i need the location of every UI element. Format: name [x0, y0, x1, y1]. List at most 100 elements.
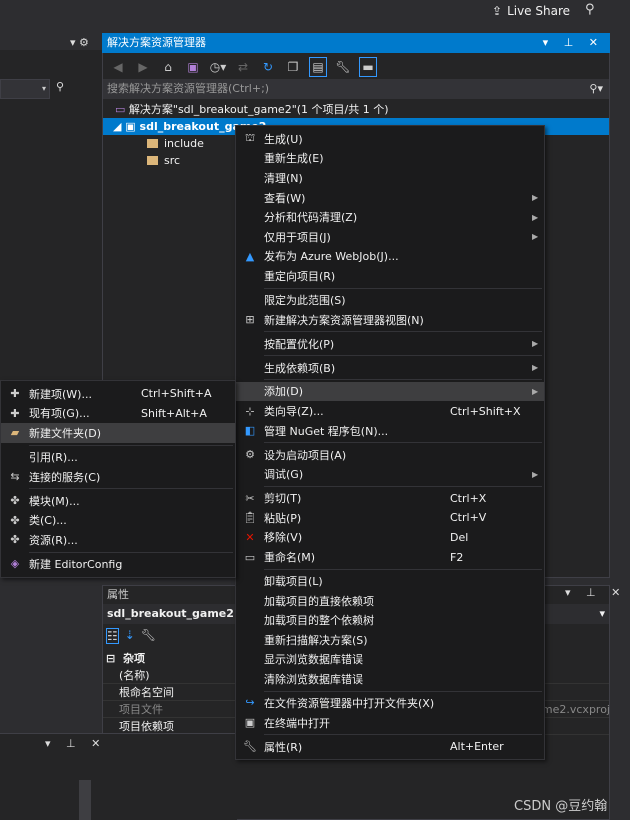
- solution-explorer-search[interactable]: 搜索解决方案资源管理器(Ctrl+;) ⚲▾: [103, 79, 609, 99]
- menu-item[interactable]: 生成依赖项(B) ▶: [236, 358, 544, 378]
- menu-item[interactable]: ⊞ 新建解决方案资源管理器视图(N): [236, 310, 544, 330]
- class-icon: ✤: [10, 513, 20, 527]
- search-icon[interactable]: ⚲: [56, 80, 64, 93]
- categorized-icon[interactable]: ☷: [106, 628, 119, 644]
- menu-item-label: 加载项目的整个依赖树: [264, 614, 374, 628]
- bottom-left-panel: [0, 733, 237, 820]
- search-icon[interactable]: ⚲▾: [589, 79, 603, 99]
- menu-item[interactable]: ✚ 现有项(G)... Shift+Alt+A: [1, 404, 235, 424]
- expand-icon[interactable]: ◢: [113, 120, 125, 133]
- property-pages-icon[interactable]: 🔧︎: [141, 628, 156, 644]
- folder-icon: [147, 156, 158, 165]
- wrench-icon[interactable]: 🔧︎: [334, 57, 352, 77]
- menu-item[interactable]: 🔧︎ 属性(R) Alt+Enter: [236, 737, 544, 757]
- menu-item[interactable]: 添加(D) ▶: [236, 381, 544, 402]
- menu-item[interactable]: ▣ 在终端中打开: [236, 713, 544, 733]
- menu-item-label: 调试(G): [264, 468, 304, 482]
- add-submenu: ✚ 新建项(W)... Ctrl+Shift+A ✚ 现有项(G)... Shift+Al…: [0, 380, 236, 578]
- pending-changes-icon[interactable]: ◷▾: [209, 57, 227, 77]
- menu-item-label: 剪切(T): [264, 492, 302, 506]
- menu-item[interactable]: ✤ 资源(R)...: [1, 530, 235, 550]
- menu-item-label: 发布为 Azure WebJob(J)...: [264, 250, 399, 264]
- menu-item[interactable]: 按配置优化(P) ▶: [236, 334, 544, 354]
- solution-node[interactable]: ▭ 解决方案"sdl_breakout_game2"(1 个项目/共 1 个): [103, 101, 609, 118]
- menu-item[interactable]: 查看(W) ▶: [236, 188, 544, 208]
- menu-item-label: 分析和代码清理(Z): [264, 211, 358, 225]
- show-all-files-icon[interactable]: ▤: [309, 57, 327, 77]
- left-panel-controls[interactable]: ▾ ⚙: [70, 36, 89, 49]
- menu-item[interactable]: 重新扫描解决方案(S): [236, 630, 544, 650]
- menu-item[interactable]: 显示浏览数据库错误: [236, 650, 544, 670]
- alphabetical-icon[interactable]: ⇣: [125, 628, 135, 644]
- nuget-icon: ◧: [244, 424, 256, 438]
- existing-item-icon: ✚: [10, 406, 20, 420]
- panel-controls[interactable]: ▾ ⊥ ✕: [565, 586, 626, 599]
- left-dropdown[interactable]: ▾: [0, 79, 50, 99]
- menu-item-label: 连接的服务(C): [29, 470, 101, 484]
- menu-item[interactable]: ▭ 重命名(M) F2: [236, 547, 544, 567]
- menu-item[interactable]: 📋︎ 粘贴(P) Ctrl+V: [236, 508, 544, 528]
- menu-item[interactable]: 加载项目的整个依赖树: [236, 610, 544, 630]
- scrollbar[interactable]: [79, 780, 91, 820]
- watermark: CSDN @豆约翰: [514, 799, 608, 814]
- project-icon: ▣: [125, 120, 140, 133]
- refresh-icon[interactable]: ↻: [259, 57, 277, 77]
- live-share-button[interactable]: ⇪ Live Share: [492, 4, 570, 18]
- menu-item-label: 限定为此范围(S): [264, 293, 346, 307]
- home-icon[interactable]: ⌂: [159, 57, 177, 77]
- menu-item[interactable]: 加载项目的直接依赖项: [236, 591, 544, 611]
- new-view-icon: ⊞: [245, 313, 255, 327]
- menu-item[interactable]: ✤ 类(C)...: [1, 510, 235, 530]
- menu-item[interactable]: ✕ 移除(V) Del: [236, 528, 544, 548]
- menu-item-label: 添加(D): [264, 385, 304, 399]
- preview-icon[interactable]: ▬: [359, 57, 377, 77]
- collapse-all-icon[interactable]: ❐: [284, 57, 302, 77]
- menu-item-label: 新建项(W)...: [29, 387, 92, 401]
- menu-item[interactable]: 清除浏览数据库错误: [236, 669, 544, 689]
- menu-item-label: 清除浏览数据库错误: [264, 672, 363, 686]
- menu-item[interactable]: ✤ 模块(M)...: [1, 491, 235, 511]
- menu-item-label: 属性(R): [264, 740, 303, 754]
- solution-icon: ▭: [115, 103, 129, 116]
- menu-item[interactable]: 限定为此范围(S): [236, 290, 544, 310]
- menu-item[interactable]: 引用(R)...: [1, 447, 235, 467]
- menu-item[interactable]: 分析和代码清理(Z) ▶: [236, 207, 544, 227]
- menu-item[interactable]: ◈ 新建 EditorConfig: [1, 554, 235, 574]
- paste-icon: 📋︎: [243, 511, 257, 525]
- back-icon[interactable]: ◀: [109, 57, 127, 77]
- forward-icon[interactable]: ▶: [134, 57, 152, 77]
- menu-item[interactable]: ▲ 发布为 Azure WebJob(J)...: [236, 247, 544, 267]
- menu-item[interactable]: 清理(N): [236, 168, 544, 188]
- menu-item[interactable]: ↪ 在文件资源管理器中打开文件夹(X): [236, 693, 544, 713]
- panel-controls[interactable]: ▾ ⊥ ✕: [45, 737, 106, 750]
- menu-item[interactable]: 调试(G) ▶: [236, 464, 544, 484]
- menu-item-label: 清理(N): [264, 171, 303, 185]
- menu-item-label: 新建解决方案资源管理器视图(N): [264, 313, 424, 327]
- menu-item-label: 设为启动项目(A): [264, 448, 347, 462]
- menu-item-label: 生成依赖项(B): [264, 361, 336, 375]
- chevron-right-icon: ▶: [532, 193, 539, 203]
- menu-item[interactable]: 卸载项目(L): [236, 571, 544, 591]
- menu-item[interactable]: ⇆ 连接的服务(C): [1, 467, 235, 487]
- menu-item-label: 仅用于项目(J): [264, 230, 331, 244]
- menu-item-label: 卸载项目(L): [264, 575, 323, 588]
- menu-item-label: 模块(M)...: [29, 494, 80, 508]
- menu-item[interactable]: ✚ 新建项(W)... Ctrl+Shift+A: [1, 384, 235, 404]
- feedback-icon[interactable]: ⚲: [585, 2, 595, 17]
- menu-item[interactable]: ⊹ 类向导(Z)... Ctrl+Shift+X: [236, 401, 544, 421]
- panel-controls[interactable]: ▾ ⊥ ✕: [543, 33, 604, 53]
- menu-item[interactable]: ▰ 新建文件夹(D): [1, 423, 235, 443]
- switch-view-icon[interactable]: ▣: [184, 57, 202, 77]
- menu-item-label: 重定向项目(R): [264, 269, 336, 283]
- menu-item-label: 引用(R)...: [29, 450, 78, 464]
- menu-item[interactable]: ◧ 管理 NuGet 程序包(N)...: [236, 421, 544, 441]
- sync-icon[interactable]: ⇄: [234, 57, 252, 77]
- menu-item[interactable]: 重新生成(E): [236, 149, 544, 169]
- menu-item[interactable]: ✂ 剪切(T) Ctrl+X: [236, 488, 544, 508]
- menu-item[interactable]: ⛫ 生成(U): [236, 129, 544, 149]
- menu-item[interactable]: 重定向项目(R): [236, 266, 544, 286]
- menu-item[interactable]: ⚙ 设为启动项目(A): [236, 445, 544, 465]
- chevron-right-icon: ▶: [532, 339, 539, 349]
- menu-item[interactable]: 仅用于项目(J) ▶: [236, 227, 544, 247]
- menu-item-label: 生成(U): [264, 132, 303, 146]
